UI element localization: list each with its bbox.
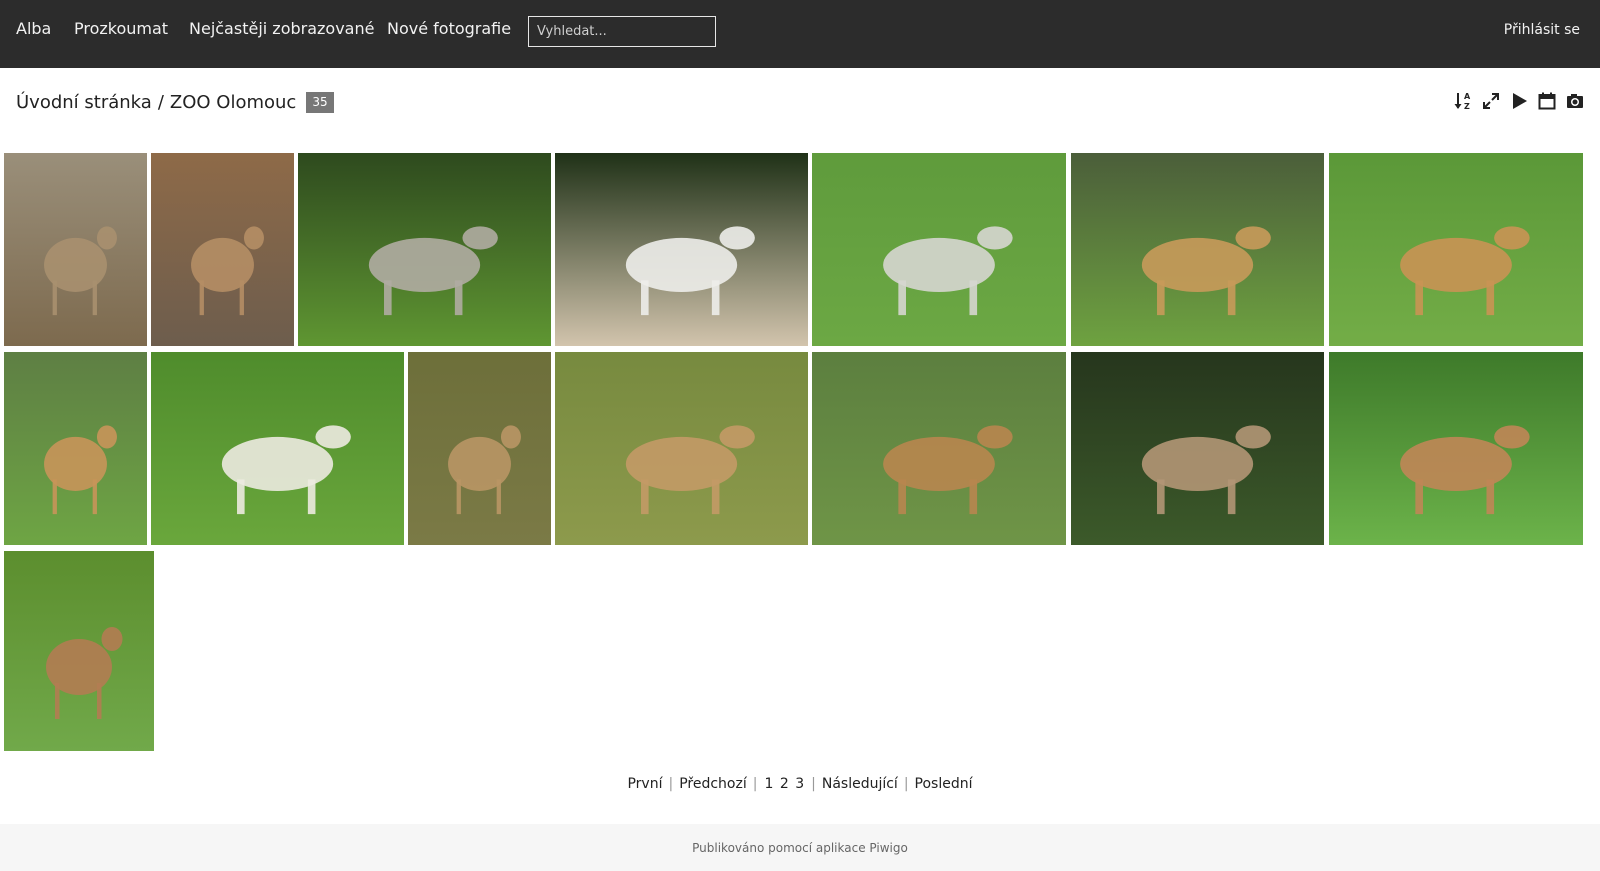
photo-thumbnail-white-deer[interactable] bbox=[151, 352, 404, 545]
pagination-next-link[interactable]: Následující bbox=[822, 776, 898, 792]
photo-count-badge: 35 bbox=[306, 92, 334, 113]
sort-order-icon[interactable]: A Z bbox=[1453, 90, 1472, 112]
photo-thumbnail-lynx[interactable] bbox=[1071, 352, 1324, 545]
svg-text:Z: Z bbox=[1464, 102, 1470, 111]
photo-thumbnail-giraffes-field[interactable] bbox=[4, 352, 147, 545]
pagination-separator: | bbox=[811, 776, 816, 792]
photo-thumbnail-prairie-dog-closeup[interactable] bbox=[555, 352, 808, 545]
footer-text: Publikováno pomocí aplikace bbox=[692, 841, 866, 855]
camera-icon[interactable] bbox=[1565, 90, 1584, 112]
photo-thumbnail-zebra[interactable] bbox=[812, 153, 1066, 346]
nav-albums-link[interactable]: Alba bbox=[16, 19, 51, 38]
search-input[interactable] bbox=[528, 16, 716, 47]
top-navbar: Alba Prozkoumat Nejčastěji zobrazované N… bbox=[0, 0, 1600, 68]
slideshow-play-icon[interactable] bbox=[1509, 90, 1528, 112]
breadcrumb-home-link[interactable]: Úvodní stránka bbox=[16, 92, 152, 113]
pagination-prev-link[interactable]: Předchozí bbox=[679, 776, 747, 792]
pagination-last-link[interactable]: Poslední bbox=[915, 776, 973, 792]
photo-thumbnail-oryx[interactable] bbox=[298, 153, 551, 346]
pagination-page-2[interactable]: 2 bbox=[780, 776, 789, 792]
breadcrumb: Úvodní stránka / ZOO Olomouc 35 bbox=[16, 92, 334, 113]
nav-explore-link[interactable]: Prozkoumat bbox=[74, 19, 168, 38]
breadcrumb-separator: / bbox=[157, 92, 164, 113]
breadcrumb-album-link[interactable]: ZOO Olomouc bbox=[170, 92, 296, 113]
photo-thumbnail-alpaca[interactable] bbox=[555, 153, 808, 346]
footer-piwigo-link[interactable]: Piwigo bbox=[869, 841, 907, 855]
photo-size-icon[interactable] bbox=[1481, 90, 1500, 112]
photo-thumbnail-giraffes-closeup[interactable] bbox=[812, 352, 1066, 545]
svg-text:A: A bbox=[1464, 92, 1471, 101]
login-link[interactable]: Přihlásit se bbox=[1504, 22, 1580, 38]
nav-recent-photos-link[interactable]: Nové fotografie bbox=[387, 19, 511, 38]
calendar-icon[interactable] bbox=[1537, 90, 1556, 112]
pagination-page-3[interactable]: 3 bbox=[795, 776, 804, 792]
footer: Publikováno pomocí aplikace Piwigo bbox=[0, 824, 1600, 871]
pagination-page-1: 1 bbox=[764, 776, 774, 792]
pagination-separator: | bbox=[903, 776, 909, 792]
photo-thumbnail-anteater[interactable] bbox=[151, 153, 294, 346]
photo-thumbnail-prairie-dog[interactable] bbox=[408, 352, 551, 545]
album-toolbar: A Z bbox=[1453, 90, 1584, 112]
photo-thumbnail-kangaroos[interactable] bbox=[4, 551, 154, 751]
pagination-first-link[interactable]: První bbox=[627, 776, 662, 792]
pagination-separator: | bbox=[668, 776, 674, 792]
nav-most-viewed-link[interactable]: Nejčastěji zobrazované bbox=[189, 19, 374, 38]
pagination: První | Předchozí | 1 2 3 | Následující | Posled… bbox=[0, 776, 1600, 792]
photo-thumbnail-giraffes-group[interactable] bbox=[1329, 153, 1583, 346]
pagination-separator: | bbox=[752, 776, 758, 792]
photo-thumbnail-kangaroo-resting[interactable] bbox=[1329, 352, 1583, 545]
photo-thumbnail-reindeer[interactable] bbox=[4, 153, 147, 346]
photo-thumbnail-giraffes[interactable] bbox=[1071, 153, 1324, 346]
